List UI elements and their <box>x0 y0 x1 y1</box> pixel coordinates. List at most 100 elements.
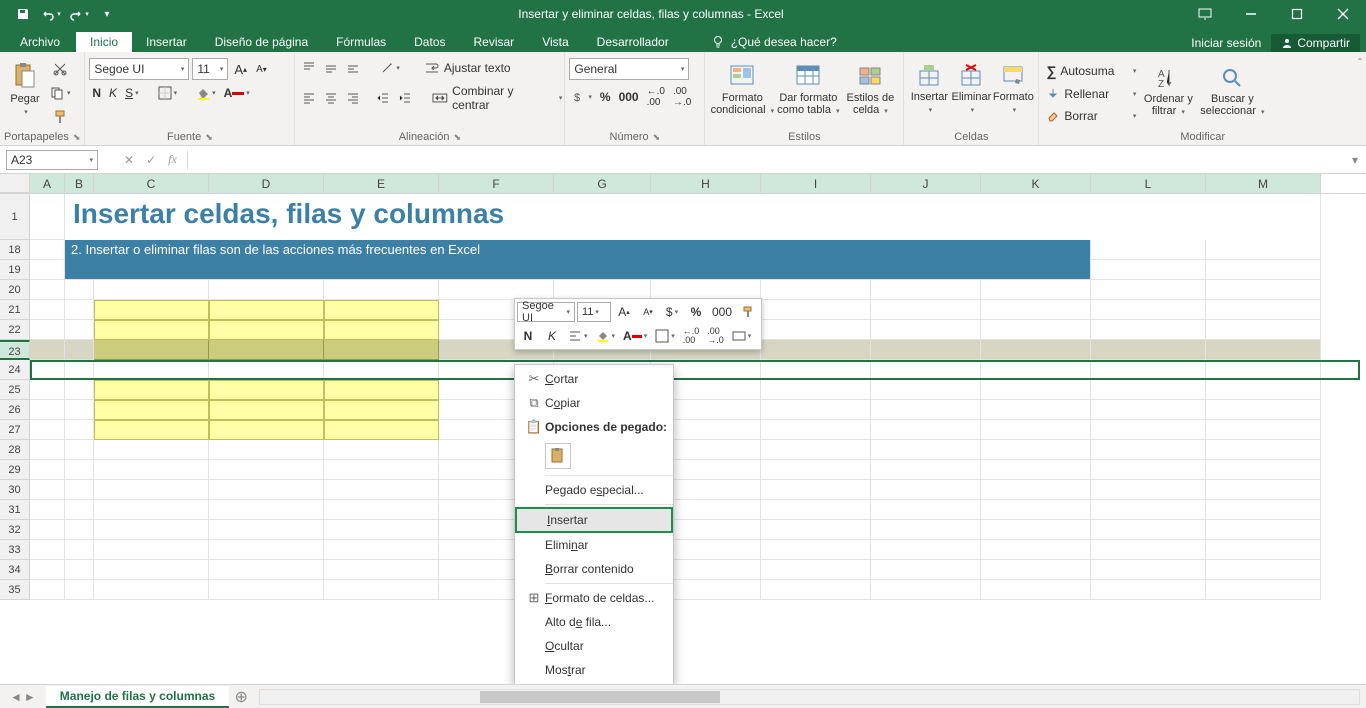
cell[interactable] <box>761 300 871 320</box>
row-header-21[interactable]: 21 <box>0 300 30 320</box>
cell[interactable] <box>1091 360 1206 380</box>
bold-button[interactable]: N <box>89 83 104 103</box>
cell[interactable] <box>1091 500 1206 520</box>
shrink-font-button[interactable]: A▾ <box>253 61 270 78</box>
banner-cell[interactable] <box>65 260 1091 280</box>
fill-button[interactable]: Rellenar▾ <box>1043 84 1139 104</box>
cell[interactable] <box>981 440 1091 460</box>
cell[interactable] <box>1206 400 1321 420</box>
cell[interactable] <box>209 460 324 480</box>
cell[interactable] <box>981 500 1091 520</box>
ribbon-options-button[interactable] <box>1182 0 1228 28</box>
row-header-26[interactable]: 26 <box>0 400 30 420</box>
mini-font-color[interactable]: A▾ <box>620 325 650 347</box>
cell[interactable] <box>94 320 209 340</box>
cell[interactable] <box>65 540 94 560</box>
cell[interactable] <box>65 480 94 500</box>
borders-button[interactable]: ▾ <box>155 83 181 103</box>
cell[interactable] <box>1206 520 1321 540</box>
cell[interactable] <box>30 400 65 420</box>
conditional-formatting-button[interactable]: Formato condicional ▾ <box>709 54 775 124</box>
cell[interactable] <box>761 580 871 600</box>
mini-accounting[interactable]: $▾ <box>661 301 683 323</box>
cell[interactable] <box>324 580 439 600</box>
collapse-ribbon-button[interactable]: ˆ <box>1358 56 1362 70</box>
format-cells-button[interactable]: Formato▾ <box>992 54 1034 124</box>
cell[interactable] <box>30 440 65 460</box>
cell[interactable] <box>1091 240 1206 260</box>
cell[interactable] <box>1206 460 1321 480</box>
wrap-text-button[interactable]: Ajustar texto <box>421 58 531 78</box>
cell[interactable] <box>65 520 94 540</box>
cell[interactable] <box>1206 300 1321 320</box>
tab-page-layout[interactable]: Diseño de página <box>201 32 322 52</box>
mini-merge[interactable]: ▾ <box>729 325 755 347</box>
row-header-24[interactable]: 24 <box>0 360 30 380</box>
cell[interactable] <box>209 440 324 460</box>
decrease-decimal-button[interactable]: .00→.0 <box>670 83 694 111</box>
cell[interactable] <box>871 420 981 440</box>
row-header-23[interactable]: 23 <box>0 340 30 360</box>
col-header-E[interactable]: E <box>324 174 439 193</box>
mini-format-painter[interactable] <box>737 301 759 323</box>
sheet-nav-prev[interactable]: ◄ <box>10 690 22 704</box>
col-header-H[interactable]: H <box>651 174 761 193</box>
cell[interactable] <box>761 560 871 580</box>
cell[interactable] <box>761 540 871 560</box>
mini-shrink-font[interactable]: A▾ <box>637 301 659 323</box>
col-header-J[interactable]: J <box>871 174 981 193</box>
align-center-button[interactable] <box>321 88 341 108</box>
ctx-hide[interactable]: Ocultar <box>515 634 673 658</box>
cell[interactable] <box>981 480 1091 500</box>
cell[interactable] <box>65 340 94 360</box>
cell[interactable] <box>324 460 439 480</box>
col-header-L[interactable]: L <box>1091 174 1206 193</box>
cell[interactable] <box>65 300 94 320</box>
cell[interactable] <box>871 300 981 320</box>
mini-borders[interactable]: ▾ <box>652 325 678 347</box>
cell[interactable] <box>30 360 65 380</box>
sheet-nav-next[interactable]: ► <box>24 690 36 704</box>
tab-developer[interactable]: Desarrollador <box>583 32 683 52</box>
sort-filter-button[interactable]: AZ Ordenar y filtrar ▾ <box>1139 56 1197 126</box>
cell[interactable] <box>65 320 94 340</box>
cell[interactable] <box>30 540 65 560</box>
cell[interactable] <box>651 280 761 300</box>
col-header-F[interactable]: F <box>439 174 554 193</box>
cell[interactable] <box>324 540 439 560</box>
cell[interactable] <box>761 480 871 500</box>
clipboard-launcher[interactable]: ⬊ <box>73 132 81 143</box>
row-header-19[interactable]: 19 <box>0 260 30 280</box>
tab-formulas[interactable]: Fórmulas <box>322 32 400 52</box>
cell[interactable] <box>65 500 94 520</box>
cell[interactable] <box>324 500 439 520</box>
cell[interactable] <box>324 380 439 400</box>
cell[interactable] <box>209 520 324 540</box>
cell[interactable] <box>871 280 981 300</box>
comma-button[interactable]: 000 <box>616 83 642 111</box>
cell[interactable] <box>30 280 65 300</box>
cell[interactable] <box>1091 340 1206 360</box>
autosum-button[interactable]: ∑Autosuma▾ <box>1043 60 1139 82</box>
delete-cells-button[interactable]: Eliminar▾ <box>950 54 992 124</box>
cell[interactable] <box>981 560 1091 580</box>
row-header-32[interactable]: 32 <box>0 520 30 540</box>
cell[interactable] <box>981 300 1091 320</box>
cell[interactable] <box>30 300 65 320</box>
cell[interactable] <box>1206 340 1321 360</box>
cell[interactable] <box>1206 480 1321 500</box>
horizontal-scrollbar[interactable] <box>259 689 1360 705</box>
cell[interactable] <box>65 560 94 580</box>
maximize-button[interactable] <box>1274 0 1320 28</box>
cell[interactable] <box>871 380 981 400</box>
font-name-combo[interactable]: Segoe UI▾ <box>89 58 189 80</box>
formula-bar-expand[interactable]: ▾ <box>1344 153 1366 167</box>
cell[interactable] <box>209 280 324 300</box>
cell[interactable] <box>94 580 209 600</box>
cell[interactable] <box>324 360 439 380</box>
cell[interactable] <box>30 340 65 360</box>
cell[interactable] <box>981 520 1091 540</box>
cell[interactable] <box>1206 420 1321 440</box>
cell[interactable] <box>94 500 209 520</box>
cell[interactable] <box>30 580 65 600</box>
